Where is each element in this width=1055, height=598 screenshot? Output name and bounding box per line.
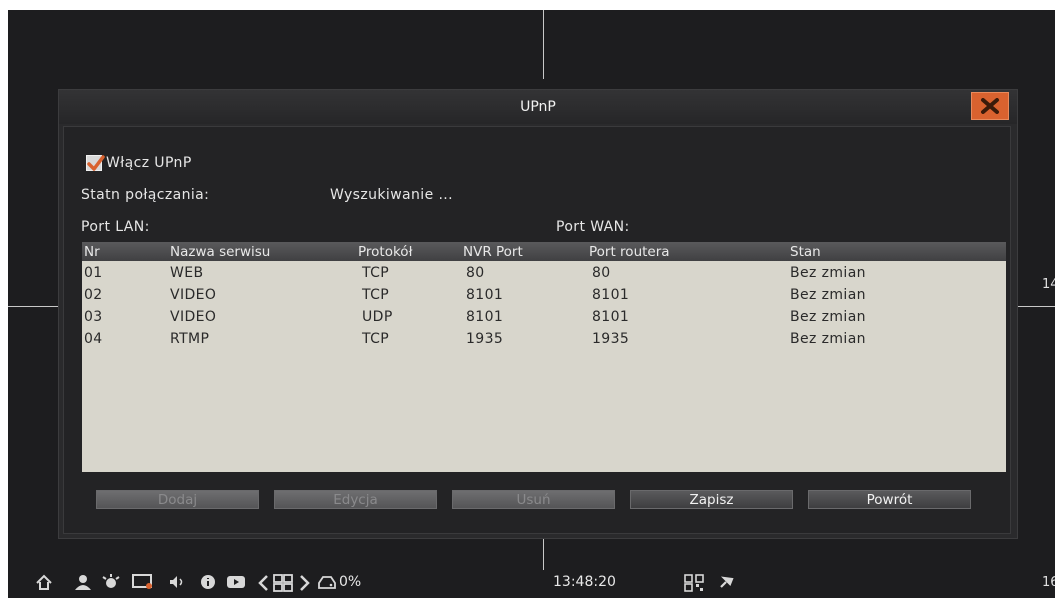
status-value: Wyszukiwanie ... [330,187,454,203]
qr-code-icon[interactable] [684,574,704,592]
dialog-titlebar: UPnP [59,90,1017,124]
cell-status: Bez zmian [790,331,866,347]
cell-nr: 04 [84,331,103,347]
add-button[interactable]: Dodaj [96,490,259,509]
grid-line [8,306,58,307]
next-icon[interactable] [298,574,312,592]
cell-status: Bez zmian [790,309,866,325]
channel-label: 14 [1042,277,1055,292]
close-button[interactable] [971,92,1009,120]
checkbox-box[interactable] [86,155,105,171]
cell-router-port: 8101 [592,287,630,303]
table-row[interactable]: 02 VIDEO TCP 8101 8101 Bez zmian [82,285,1006,307]
column-header-nvr-port: NVR Port [463,244,523,260]
cell-router-port: 8101 [592,309,630,325]
cell-service: VIDEO [170,309,217,325]
check-icon [87,155,105,171]
cell-nvr-port: 80 [466,265,485,281]
cell-nr: 01 [84,265,103,281]
hdd-icon[interactable] [317,574,337,590]
table-row[interactable]: 03 VIDEO UDP 8101 8101 Bez zmian [82,307,1006,329]
volume-icon[interactable] [168,574,186,590]
column-header-protocol: Protokół [358,244,413,260]
settings-panel: Włącz UPnP Statn połączania: Wyszukiwani… [63,126,1011,534]
playback-icon[interactable] [226,574,246,590]
cell-status: Bez zmian [790,265,866,281]
save-button[interactable]: Zapisz [630,490,793,509]
column-header-service: Nazwa serwisu [170,244,271,260]
grid-line [1018,306,1055,307]
table-header: Nr Nazwa serwisu Protokół NVR Port Port … [82,242,1006,261]
port-wan-label: Port WAN: [556,219,630,235]
enable-upnp-checkbox[interactable]: Włącz UPnP [86,155,192,171]
delete-button[interactable]: Usuń [452,490,615,509]
user-icon[interactable] [74,574,92,590]
table-row[interactable]: 04 RTMP TCP 1935 1935 Bez zmian [82,329,1006,351]
close-x-icon [981,98,999,114]
nvr-screen: 14 16 UPnP Włącz UPnP Statn połączania: … [8,10,1055,598]
status-label: Statn połączania: [81,187,210,203]
pin-icon[interactable] [718,574,734,590]
cell-protocol: UDP [362,309,393,325]
port-lan-label: Port LAN: [81,219,150,235]
monitor-icon[interactable] [132,574,154,590]
taskbar: 0% 13:48:20 [8,566,1055,598]
clock: 13:48:20 [553,574,616,590]
back-button[interactable]: Powrót [808,490,971,509]
upnp-dialog: UPnP Włącz UPnP Statn połączania: Wyszuk… [58,89,1018,539]
cell-nr: 02 [84,287,103,303]
info-icon[interactable] [199,574,217,590]
cell-protocol: TCP [362,265,390,281]
grid-line [543,10,544,79]
cell-protocol: TCP [362,331,390,347]
cell-service: RTMP [170,331,210,347]
dialog-title: UPnP [520,99,556,115]
cell-service: WEB [170,265,204,281]
cell-status: Bez zmian [790,287,866,303]
cell-service: VIDEO [170,287,217,303]
cell-protocol: TCP [362,287,390,303]
home-icon[interactable] [35,574,53,590]
column-header-router-port: Port routera [589,244,670,260]
upnp-service-table: Nr Nazwa serwisu Protokół NVR Port Port … [82,242,1006,472]
prev-icon[interactable] [256,574,270,592]
cell-nvr-port: 8101 [466,287,504,303]
cell-router-port: 1935 [592,331,630,347]
cell-nvr-port: 8101 [466,309,504,325]
alarm-icon[interactable] [101,574,121,590]
column-header-status: Stan [790,244,821,260]
cell-nr: 03 [84,309,103,325]
layout-grid-icon[interactable] [273,574,293,592]
enable-upnp-label: Włącz UPnP [106,155,192,171]
cell-nvr-port: 1935 [466,331,504,347]
hdd-usage: 0% [339,574,362,590]
table-row[interactable]: 01 WEB TCP 80 80 Bez zmian [82,263,1006,285]
column-header-nr: Nr [84,244,100,260]
cell-router-port: 80 [592,265,611,281]
edit-button[interactable]: Edycja [274,490,437,509]
